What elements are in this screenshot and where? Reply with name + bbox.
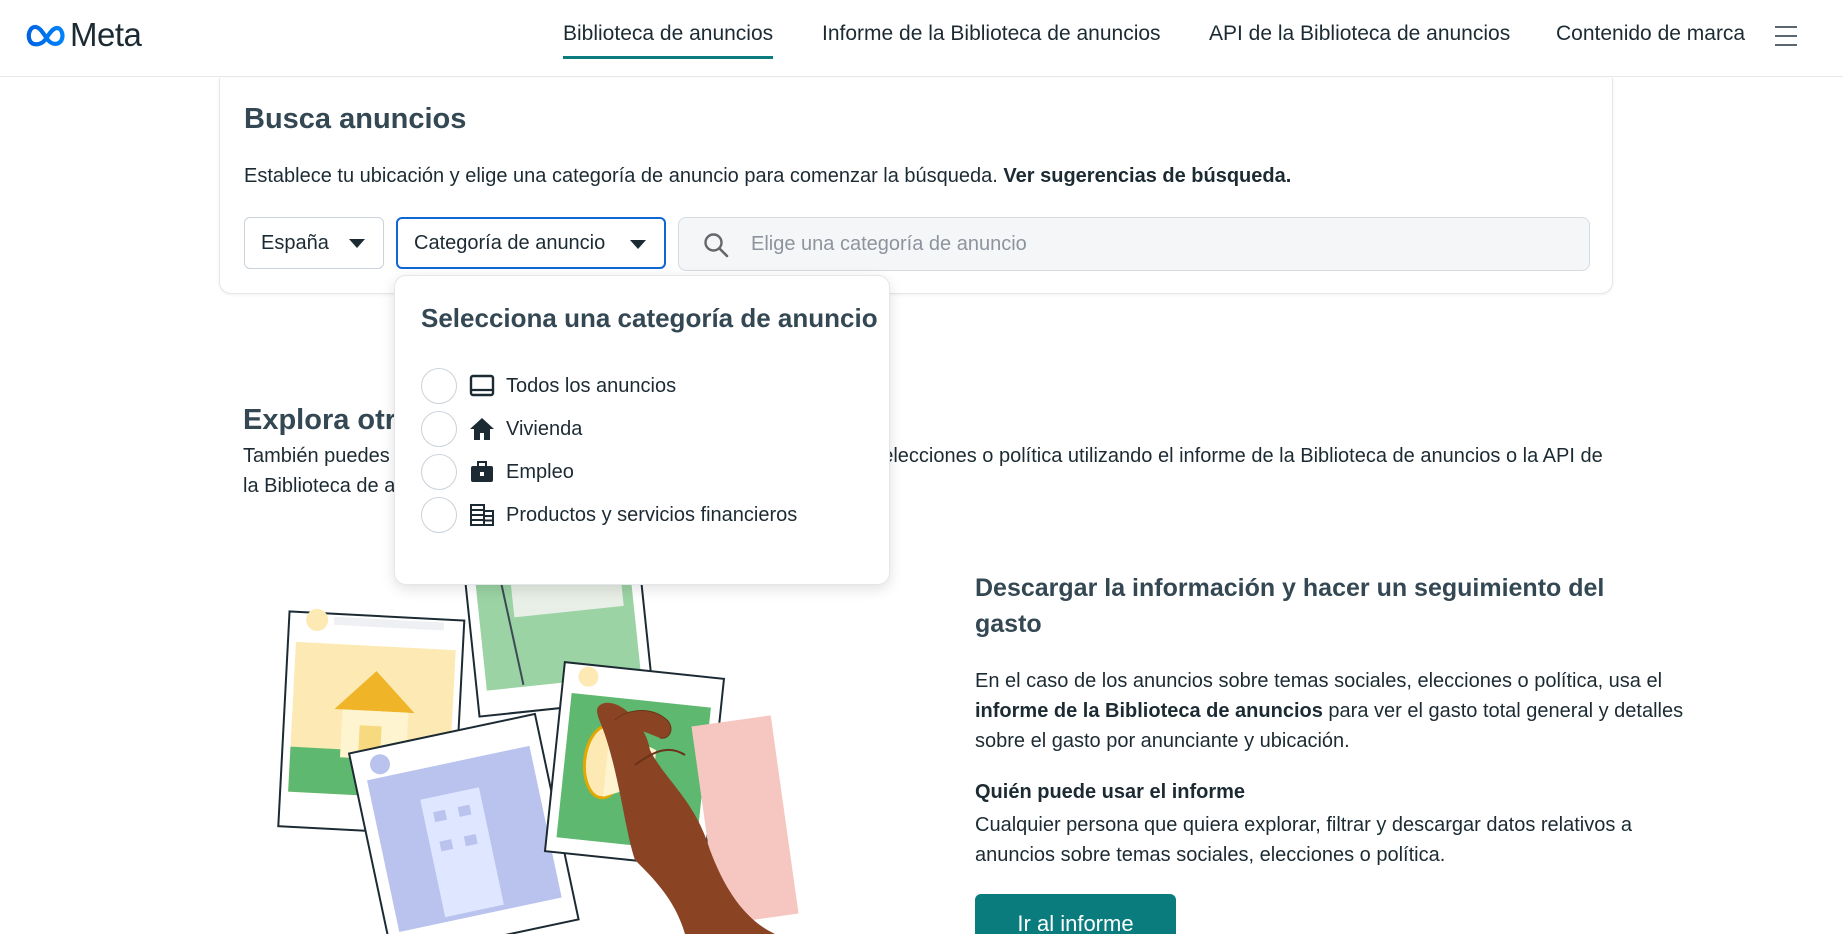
download-info-title: Descargar la información y hacer un segu… <box>975 574 1605 638</box>
nav-api-biblioteca[interactable]: API de la Biblioteca de anuncios <box>1209 22 1510 46</box>
go-to-report-button[interactable]: Ir al informe <box>975 894 1176 934</box>
ad-category-select-value: Categoría de anuncio <box>414 231 606 254</box>
search-ads-card: Busca anuncios Establece tu ubicación y … <box>219 78 1613 294</box>
top-navigation-bar: Meta Biblioteca de anuncios Informe de l… <box>0 0 1843 77</box>
search-suggestions-link[interactable]: Ver sugerencias de búsqueda. <box>1003 165 1291 187</box>
category-option-financieros[interactable]: Productos y servicios financieros <box>421 495 861 535</box>
caret-down-icon <box>349 239 365 248</box>
search-card-title: Busca anuncios <box>244 103 467 135</box>
radio-button[interactable] <box>421 411 457 447</box>
search-placeholder: Elige una categoría de anuncio <box>751 233 1027 255</box>
informe-biblioteca-link[interactable]: informe de la Biblioteca de anuncios <box>975 700 1323 722</box>
info-text-before: En el caso de los anuncios sobre temas s… <box>975 670 1663 692</box>
category-option-vivienda[interactable]: Vivienda <box>421 409 861 449</box>
category-option-label: Productos y servicios financieros <box>506 503 798 526</box>
category-option-label: Empleo <box>506 460 574 483</box>
hamburger-menu-icon[interactable] <box>1775 26 1797 46</box>
country-select-value: España <box>261 231 329 254</box>
search-card-description: Establece tu ubicación y elige una categ… <box>244 165 1291 188</box>
radio-button[interactable] <box>421 497 457 533</box>
nav-biblioteca-de-anuncios[interactable]: Biblioteca de anuncios <box>563 22 774 59</box>
nav-informe-biblioteca[interactable]: Informe de la Biblioteca de anuncios <box>822 22 1161 46</box>
category-option-label: Vivienda <box>506 417 583 440</box>
meta-logo[interactable]: Meta <box>26 16 142 54</box>
nav-contenido-de-marca[interactable]: Contenido de marca <box>1556 22 1745 46</box>
dropdown-title: Selecciona una categoría de anuncio <box>421 303 878 333</box>
radio-button[interactable] <box>421 368 457 404</box>
category-option-empleo[interactable]: Empleo <box>421 452 861 492</box>
who-can-use-description: Cualquier persona que quiera explorar, f… <box>975 814 1633 866</box>
ad-category-select[interactable]: Categoría de anuncio <box>396 217 666 269</box>
download-info-paragraph: En el caso de los anuncios sobre temas s… <box>975 666 1695 756</box>
briefcase-icon <box>471 461 493 482</box>
country-select[interactable]: España <box>244 217 384 269</box>
search-icon <box>704 233 729 258</box>
meta-infinity-icon <box>26 24 65 47</box>
category-option-todos[interactable]: Todos los anuncios <box>421 366 861 406</box>
house-icon <box>470 418 494 440</box>
who-can-use-title: Quién puede usar el informe <box>975 781 1246 803</box>
search-input[interactable]: Elige una categoría de anuncio <box>678 217 1590 271</box>
search-card-description-text: Establece tu ubicación y elige una categ… <box>244 165 998 187</box>
money-stack-icon <box>470 504 494 526</box>
ad-category-dropdown: Selecciona una categoría de anuncio Todo… <box>394 275 890 585</box>
caret-down-icon <box>630 240 646 249</box>
logo-wordmark: Meta <box>70 16 142 53</box>
tablet-icon <box>469 374 495 397</box>
category-option-label: Todos los anuncios <box>506 374 677 397</box>
ad-library-illustration <box>277 560 799 934</box>
radio-button[interactable] <box>421 454 457 490</box>
